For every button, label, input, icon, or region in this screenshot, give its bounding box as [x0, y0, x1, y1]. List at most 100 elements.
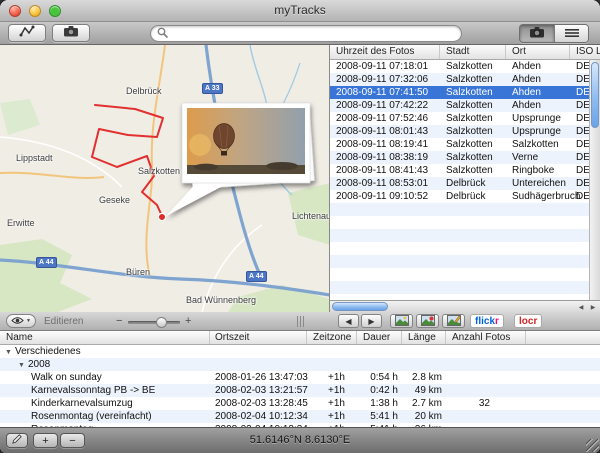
photo-pencil-icon — [447, 315, 461, 328]
scroll-left-arrow[interactable]: ◀ — [575, 302, 587, 312]
close-button[interactable] — [9, 5, 21, 17]
photo-table-vscrollbar[interactable] — [589, 60, 600, 300]
photo-table-row[interactable]: 2008-09-11 07:52:46SalzkottenUpsprungeDE — [330, 112, 600, 125]
track-cell-dauer — [357, 345, 402, 358]
column-header-blank — [526, 331, 600, 344]
photo-cell-city: Salzkotten — [440, 164, 506, 177]
zoom-in-button[interactable]: + — [185, 315, 191, 327]
track-cell-fotos — [446, 358, 526, 371]
list-view-segment[interactable] — [554, 25, 588, 42]
edit-mode-button[interactable]: Editieren — [44, 316, 83, 327]
column-header-time[interactable]: Uhrzeit des Fotos — [330, 45, 440, 59]
column-header-zeitzone[interactable]: Zeitzone — [307, 331, 357, 344]
photo-cell-time: 2008-09-11 08:01:43 — [330, 125, 440, 138]
column-header-name[interactable]: Name — [0, 331, 210, 344]
dropdown-arrow-icon: ▼ — [26, 318, 31, 324]
window-resize-grip[interactable] — [586, 439, 599, 452]
photo-table-row[interactable]: 2008-09-11 08:38:19SalzkottenVerneDE — [330, 151, 600, 164]
track-cell-laenge: 20 km — [402, 410, 446, 423]
column-header-dauer[interactable]: Dauer — [357, 331, 402, 344]
edit-photo-button[interactable] — [442, 314, 465, 328]
column-header-city[interactable]: Stadt — [440, 45, 506, 59]
main-toolbar — [0, 22, 600, 45]
photo-cell-city: Delbrück — [440, 190, 506, 203]
locr-upload-button[interactable]: locr — [514, 314, 542, 328]
camera-tool-button[interactable] — [52, 24, 90, 42]
photo-cell-place: Sudhägerbruch — [506, 190, 570, 203]
photo-cell-place: Upsprunge — [506, 125, 570, 138]
track-cell-dauer: 1:38 h — [357, 397, 402, 410]
track-cell-laenge — [402, 358, 446, 371]
column-header-ortszeit[interactable]: Ortszeit — [210, 331, 307, 344]
previous-photo-button[interactable]: ◀ — [338, 314, 359, 328]
track-cell-zeitzone: +1h — [307, 410, 357, 423]
track-cell-laenge: 49 km — [402, 384, 446, 397]
column-header-iso[interactable]: ISO L — [570, 45, 600, 59]
zoom-out-button[interactable]: − — [116, 315, 122, 327]
photo-table-row[interactable]: 2008-09-11 08:41:43SalzkottenRingbokeDE — [330, 164, 600, 177]
disclosure-triangle-icon[interactable]: ▼ — [5, 346, 15, 358]
zoom-button[interactable] — [49, 5, 61, 17]
photo-table-row[interactable]: 2008-09-11 08:53:01DelbrückUntereichenDE — [330, 177, 600, 190]
visibility-options-button[interactable]: ▼ — [6, 314, 36, 328]
map-view[interactable]: DelbrückSalzkottenLippstadtGesekeErwitte… — [0, 45, 330, 312]
search-input[interactable] — [172, 28, 452, 39]
photo-cell-time: 2008-09-11 07:42:22 — [330, 99, 440, 112]
track-table-row[interactable]: Karnevalssonntag PB -> BE2008-02-03 13:2… — [0, 384, 600, 397]
search-field[interactable] — [150, 25, 462, 42]
photo-cell-city: Salzkotten — [440, 73, 506, 86]
map-shields: A 33A 44A 44 — [0, 45, 330, 312]
map-town-label: Salzkotten — [138, 166, 180, 176]
show-photo-button[interactable] — [390, 314, 413, 328]
track-table-row[interactable]: ▼2008 — [0, 358, 600, 371]
photo-table-row[interactable]: 2008-09-11 08:19:41SalzkottenSalzkottenD… — [330, 138, 600, 151]
photo-table: Uhrzeit des Fotos Stadt Ort ISO L 2008-0… — [330, 45, 600, 300]
scroll-right-arrow[interactable]: ▶ — [587, 302, 599, 312]
column-header-laenge[interactable]: Länge — [402, 331, 446, 344]
photo-cell-city: Salzkotten — [440, 60, 506, 73]
photo-table-row[interactable]: 2008-09-11 07:18:01SalzkottenAhdenDE — [330, 60, 600, 73]
track-cell-zeitzone — [307, 358, 357, 371]
track-cell-dauer: 0:42 h — [357, 384, 402, 397]
track-cell-ortszeit — [210, 345, 307, 358]
photo-table-row[interactable]: 2008-09-11 07:41:50SalzkottenAhdenDE — [330, 86, 600, 99]
photo-table-row[interactable]: 2008-09-11 08:01:43SalzkottenUpsprungeDE — [330, 125, 600, 138]
track-table-row[interactable]: Kinderkarnevalsumzug2008-02-03 13:28:45+… — [0, 397, 600, 410]
photo-table-row[interactable]: 2008-09-11 07:42:22SalzkottenAhdenDE — [330, 99, 600, 112]
photo-cell-place: Ahden — [506, 60, 570, 73]
hscroll-thumb[interactable] — [332, 302, 388, 311]
assign-photo-button[interactable] — [416, 314, 439, 328]
track-table-row[interactable]: Walk on sunday2008-01-26 13:47:03+1h0:54… — [0, 371, 600, 384]
map-town-label: Erwitte — [7, 218, 35, 228]
track-tool-button[interactable] — [8, 24, 46, 42]
next-photo-button[interactable]: ▶ — [361, 314, 382, 328]
track-table-row[interactable]: Rosenmontag (vereinfacht)2008-02-04 10:1… — [0, 410, 600, 423]
photo-view-segment[interactable] — [520, 25, 554, 42]
minimize-button[interactable] — [29, 5, 41, 17]
photo-table-row[interactable]: 2008-09-11 09:10:52DelbrückSudhägerbruch… — [330, 190, 600, 203]
photo-pin-icon — [421, 315, 435, 328]
track-cell-ortszeit: 2008-02-04 10:12:34 — [210, 410, 307, 423]
track-cell-fotos — [446, 384, 526, 397]
zoom-slider-thumb[interactable] — [156, 317, 167, 328]
column-header-fotos[interactable]: Anzahl Fotos — [446, 331, 526, 344]
track-name: 2008 — [28, 359, 50, 370]
pane-splitter-grip[interactable] — [297, 316, 306, 327]
photo-cell-time: 2008-09-11 08:53:01 — [330, 177, 440, 190]
flickr-upload-button[interactable]: flickr — [470, 314, 504, 328]
photo-table-row[interactable]: 2008-09-11 07:32:06SalzkottenAhdenDE — [330, 73, 600, 86]
map-canvas — [0, 45, 330, 312]
disclosure-triangle-icon[interactable]: ▼ — [18, 359, 28, 371]
map-town-label: Delbrück — [126, 86, 162, 96]
photo-cell-city: Salzkotten — [440, 99, 506, 112]
photo-cell-time: 2008-09-11 08:41:43 — [330, 164, 440, 177]
column-header-place[interactable]: Ort — [506, 45, 570, 59]
track-cell-dauer — [357, 358, 402, 371]
track-cell-fotos — [446, 371, 526, 384]
vscroll-thumb[interactable] — [591, 62, 599, 128]
photo-table-hscrollbar[interactable]: ◀ ▶ — [330, 300, 600, 312]
zoom-slider[interactable] — [128, 321, 180, 324]
track-table-row[interactable]: ▼Verschiedenes — [0, 345, 600, 358]
statusbar: + − 51.6146°N 8.6130°E — [0, 427, 600, 453]
track-cell-ortszeit: 2008-02-03 13:28:45 — [210, 397, 307, 410]
